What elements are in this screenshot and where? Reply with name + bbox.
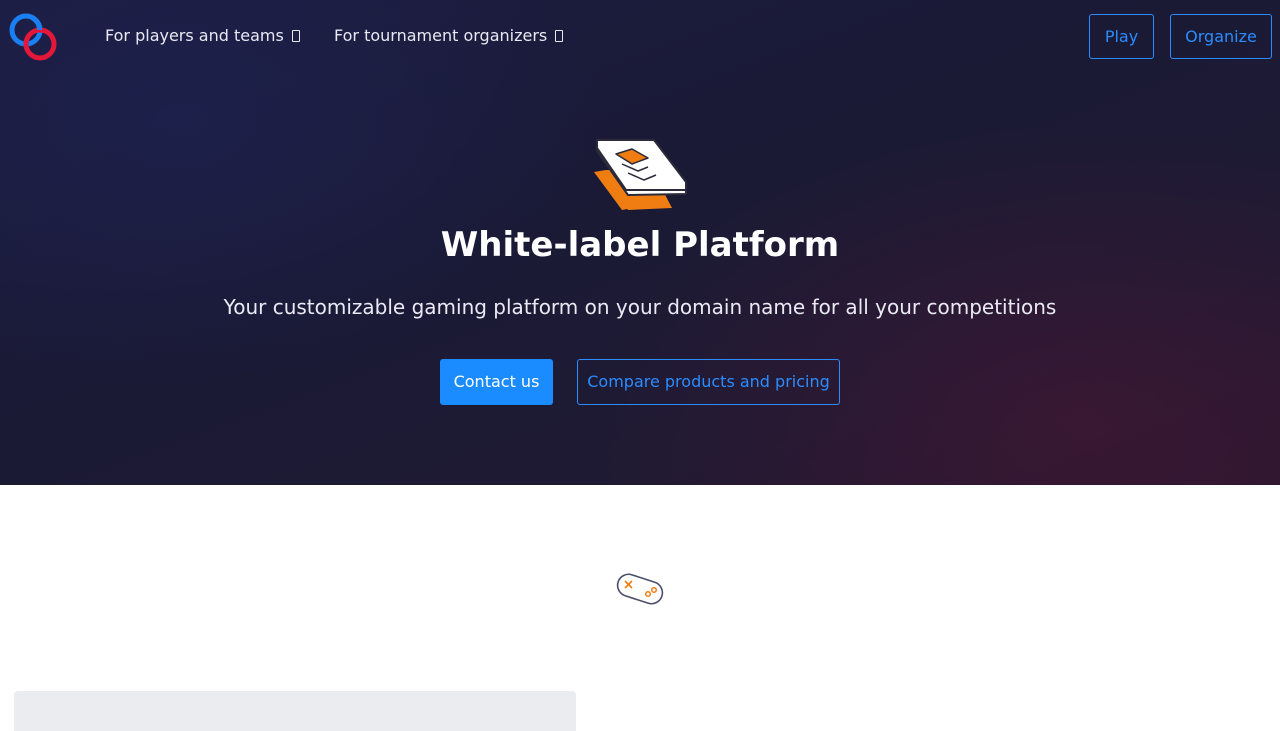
layered-platform-icon [594,139,687,210]
hero-section: For players and teams For tournament org… [0,0,1280,485]
page-title: White-label Platform [440,225,840,265]
nav-menu-label: For tournament organizers [334,26,548,45]
page-subtitle: Your customizable gaming platform on you… [223,295,1057,319]
organize-button[interactable]: Organize [1170,14,1272,59]
nav-menu-tournament-organizers[interactable]: For tournament organizers [334,24,564,48]
gamepad-icon [616,573,664,605]
contact-us-button[interactable]: Contact us [440,359,553,405]
content-card [14,691,576,731]
compare-products-pricing-button[interactable]: Compare products and pricing [577,359,840,405]
chevron-down-icon [555,30,564,42]
chevron-down-icon [291,30,300,42]
nav-menu-label: For players and teams [105,26,284,45]
play-button[interactable]: Play [1089,14,1154,59]
linked-rings-logo-icon[interactable] [8,12,58,62]
nav-menu-players-teams[interactable]: For players and teams [105,24,300,48]
